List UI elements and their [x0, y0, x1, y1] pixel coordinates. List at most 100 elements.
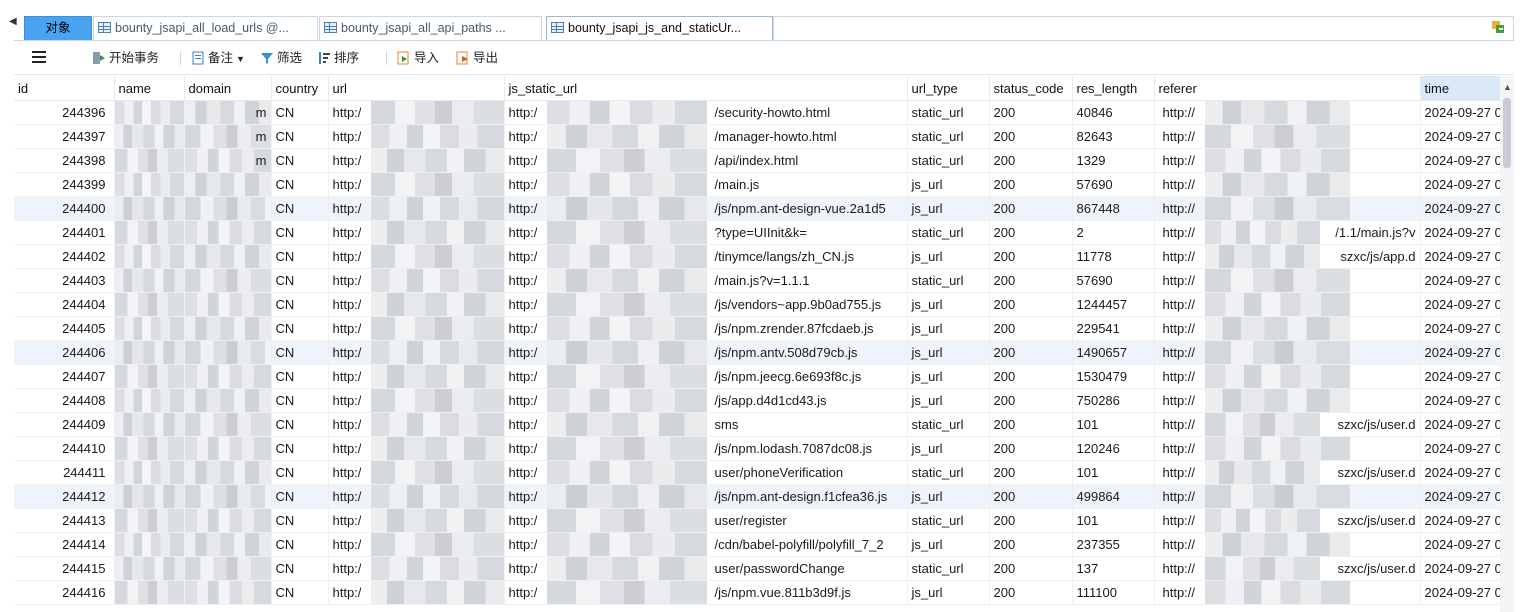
- cell-url-type[interactable]: static_url: [907, 412, 990, 437]
- cell-country[interactable]: CN: [271, 340, 329, 365]
- cell-id[interactable]: 244411: [14, 460, 115, 485]
- cell-status-code[interactable]: 200: [989, 508, 1073, 533]
- cell-res-length[interactable]: 1329: [1072, 148, 1155, 173]
- cell-referer[interactable]: http://: [1154, 172, 1421, 197]
- cell-id[interactable]: 244399: [14, 172, 115, 197]
- cell-res-length[interactable]: 1490657: [1072, 340, 1155, 365]
- cell-id[interactable]: 244403: [14, 268, 115, 293]
- cell-domain-redacted[interactable]: m: [184, 148, 272, 173]
- cell-url-type[interactable]: js_url: [907, 436, 990, 461]
- cell-name-redacted[interactable]: [114, 580, 185, 605]
- column-header-name[interactable]: name: [114, 76, 185, 101]
- cell-name-redacted[interactable]: [114, 484, 185, 509]
- cell-id[interactable]: 244414: [14, 532, 115, 557]
- cell-url[interactable]: http:/: [328, 268, 505, 293]
- cell-time[interactable]: 2024-09-27 0: [1420, 460, 1506, 485]
- cell-referer[interactable]: http://: [1154, 124, 1421, 149]
- filter-button[interactable]: 筛选: [260, 49, 302, 67]
- table-row[interactable]: 244412 CN http:/http://js/npm.ant-design.f…: [14, 484, 1506, 509]
- cell-url-type[interactable]: js_url: [907, 316, 990, 341]
- table-row[interactable]: 244415 CN http:/http:/user/passwordChange s…: [14, 556, 1506, 581]
- cell-time[interactable]: 2024-09-27 0: [1420, 340, 1506, 365]
- cell-id[interactable]: 244407: [14, 364, 115, 389]
- cell-referer[interactable]: http:// szxc/js/app.d: [1154, 244, 1421, 269]
- cell-referer[interactable]: http://: [1154, 316, 1421, 341]
- cell-country[interactable]: CN: [271, 388, 329, 413]
- cell-status-code[interactable]: 200: [989, 364, 1073, 389]
- table-row[interactable]: 244396 m CN http:/http://security-howto.htm…: [14, 100, 1506, 125]
- cell-url-type[interactable]: static_url: [907, 556, 990, 581]
- cell-url-type[interactable]: js_url: [907, 340, 990, 365]
- cell-status-code[interactable]: 200: [989, 460, 1073, 485]
- cell-referer[interactable]: http://: [1154, 268, 1421, 293]
- cell-js-static-url[interactable]: http:/ /main.js?v=1.1.1: [504, 268, 908, 293]
- cell-name-redacted[interactable]: [114, 316, 185, 341]
- cell-referer[interactable]: http://: [1154, 364, 1421, 389]
- table-row[interactable]: 244416 CN http:/http://js/npm.vue.811b3d9f…: [14, 580, 1506, 605]
- cell-domain-redacted[interactable]: m: [184, 124, 272, 149]
- cell-url[interactable]: http:/: [328, 148, 505, 173]
- tab-js-and-static-urls[interactable]: bounty_jsapi_js_and_staticUr...: [546, 16, 773, 41]
- cell-country[interactable]: CN: [271, 148, 329, 173]
- cell-domain-redacted[interactable]: m: [184, 100, 272, 125]
- cell-country[interactable]: CN: [271, 268, 329, 293]
- table-row[interactable]: 244397 m CN http:/http://manager-howto.html…: [14, 124, 1506, 149]
- cell-status-code[interactable]: 200: [989, 292, 1073, 317]
- cell-url-type[interactable]: static_url: [907, 148, 990, 173]
- cell-url-type[interactable]: js_url: [907, 484, 990, 509]
- dropdown-arrow-icon[interactable]: ▼: [236, 54, 245, 64]
- table-row[interactable]: 244401 CN http:/http:/?type=UIInit&k= stati…: [14, 220, 1506, 245]
- cell-name-redacted[interactable]: [114, 436, 185, 461]
- cell-id[interactable]: 244408: [14, 388, 115, 413]
- cell-domain-redacted[interactable]: [184, 508, 272, 533]
- column-header-time[interactable]: time: [1420, 76, 1506, 101]
- cell-domain-redacted[interactable]: [184, 220, 272, 245]
- cell-domain-redacted[interactable]: [184, 340, 272, 365]
- cell-name-redacted[interactable]: [114, 220, 185, 245]
- cell-referer[interactable]: http://: [1154, 388, 1421, 413]
- cell-time[interactable]: 2024-09-27 0: [1420, 532, 1506, 557]
- cell-name-redacted[interactable]: [114, 100, 185, 125]
- column-header-id[interactable]: id: [14, 76, 115, 101]
- cell-url-type[interactable]: js_url: [907, 244, 990, 269]
- cell-res-length[interactable]: 867448: [1072, 196, 1155, 221]
- cell-url[interactable]: http:/: [328, 460, 505, 485]
- cell-js-static-url[interactable]: http:/ user/passwordChange: [504, 556, 908, 581]
- refresh-connection-icon[interactable]: [1490, 19, 1506, 35]
- cell-status-code[interactable]: 200: [989, 388, 1073, 413]
- cell-time[interactable]: 2024-09-27 0: [1420, 220, 1506, 245]
- cell-js-static-url[interactable]: http:/ user/phoneVerification: [504, 460, 908, 485]
- cell-name-redacted[interactable]: [114, 292, 185, 317]
- data-grid[interactable]: id name domain country url js_static_url…: [14, 76, 1514, 612]
- cell-js-static-url[interactable]: http:/ /tinymce/langs/zh_CN.js: [504, 244, 908, 269]
- cell-status-code[interactable]: 200: [989, 316, 1073, 341]
- cell-time[interactable]: 2024-09-27 0: [1420, 124, 1506, 149]
- cell-domain-redacted[interactable]: [184, 268, 272, 293]
- cell-url[interactable]: http:/: [328, 220, 505, 245]
- cell-time[interactable]: 2024-09-27 0: [1420, 556, 1506, 581]
- table-row[interactable]: 244407 CN http:/http://js/npm.jeecg.6e693f…: [14, 364, 1506, 389]
- cell-res-length[interactable]: 1530479: [1072, 364, 1155, 389]
- cell-name-redacted[interactable]: [114, 244, 185, 269]
- cell-url-type[interactable]: static_url: [907, 460, 990, 485]
- cell-name-redacted[interactable]: [114, 364, 185, 389]
- cell-url[interactable]: http:/: [328, 436, 505, 461]
- cell-id[interactable]: 244410: [14, 436, 115, 461]
- cell-name-redacted[interactable]: [114, 172, 185, 197]
- cell-id[interactable]: 244416: [14, 580, 115, 605]
- column-header-url[interactable]: url: [328, 76, 505, 101]
- cell-domain-redacted[interactable]: [184, 436, 272, 461]
- cell-res-length[interactable]: 750286: [1072, 388, 1155, 413]
- cell-time[interactable]: 2024-09-27 0: [1420, 508, 1506, 533]
- cell-js-static-url[interactable]: http:/ /main.js: [504, 172, 908, 197]
- cell-url[interactable]: http:/: [328, 316, 505, 341]
- cell-url-type[interactable]: static_url: [907, 508, 990, 533]
- column-header-status-code[interactable]: status_code: [989, 76, 1073, 101]
- cell-referer[interactable]: http:// szxc/js/user.d: [1154, 508, 1421, 533]
- cell-country[interactable]: CN: [271, 220, 329, 245]
- table-row[interactable]: 244411 CN http:/http:/user/phoneVerificati…: [14, 460, 1506, 485]
- cell-status-code[interactable]: 200: [989, 436, 1073, 461]
- cell-id[interactable]: 244412: [14, 484, 115, 509]
- cell-status-code[interactable]: 200: [989, 532, 1073, 557]
- cell-url-type[interactable]: js_url: [907, 172, 990, 197]
